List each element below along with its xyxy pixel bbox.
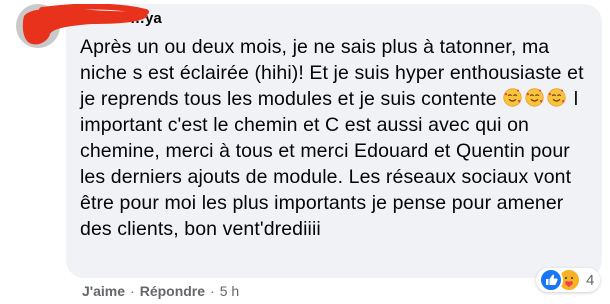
timestamp[interactable]: 5 h [220, 283, 239, 299]
comment-actions: J'aime · Répondre · 5 h [82, 283, 239, 299]
reaction-count: 4 [586, 271, 595, 289]
separator: · [210, 283, 215, 299]
comment-text: Après un ou deux mois, je ne sais plus à… [80, 34, 588, 242]
separator: · [130, 283, 135, 299]
face-with-hearts-emoji [525, 88, 544, 107]
like-icon [539, 268, 563, 292]
emoji-group [502, 88, 568, 110]
face-with-hearts-emoji [547, 88, 566, 107]
redaction-scribble [22, 4, 149, 45]
comment-text-part-2: l important c'est le chemin et C est aus… [80, 88, 579, 240]
reactions-summary[interactable]: 4 [536, 268, 601, 292]
face-with-hearts-emoji [503, 88, 522, 107]
reply-button[interactable]: Répondre [140, 283, 205, 299]
like-button[interactable]: J'aime [82, 283, 125, 299]
